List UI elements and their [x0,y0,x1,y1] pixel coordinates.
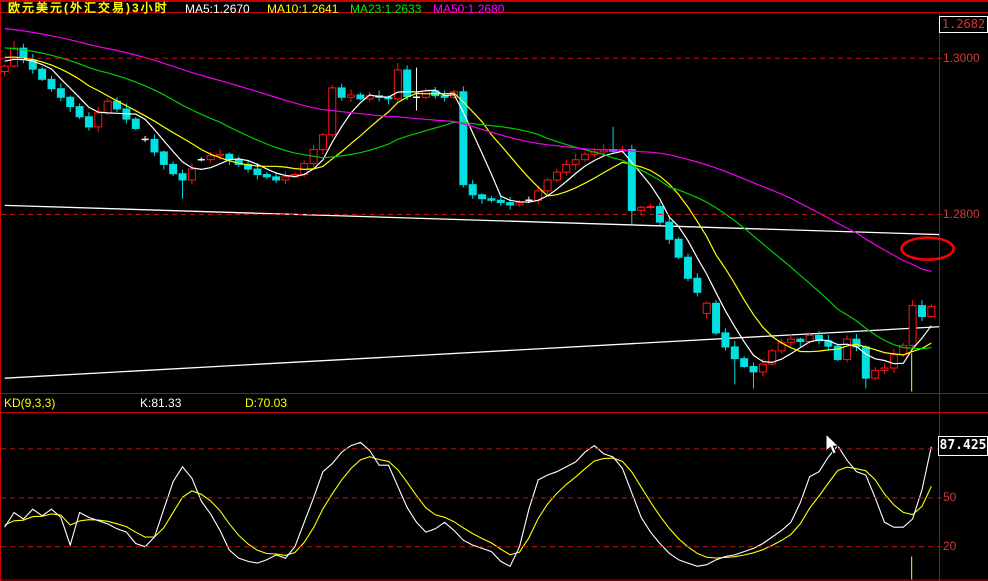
ma10-line [4,56,932,356]
down-candle [66,96,75,108]
price-grid-label: 1.3000 [943,51,980,65]
down-candle [150,138,159,153]
down-candle [459,91,468,186]
down-candle [337,87,346,98]
down-candle [749,365,758,373]
down-candle [468,184,477,196]
kd-indicator-label: KD(9,3,3) [4,396,56,410]
up-candle [206,155,215,161]
chart-canvas[interactable] [0,0,988,581]
up-candle [552,171,561,181]
up-candle [880,367,889,371]
down-candle [56,88,65,98]
ma50-line [4,27,932,272]
up-candle [393,69,402,100]
up-candle [889,354,898,369]
ma5-value-label: MA5:1.2670 [185,2,250,16]
ma50-value-label: MA50:1.2680 [433,2,505,16]
last-price-box: 1.2682 [939,16,988,33]
kd-k-line [4,441,932,568]
up-candle [1,65,9,73]
up-candle [702,302,711,314]
up-candle [515,202,524,206]
down-candle [169,163,178,175]
kd-d-value-label: D:70.03 [245,396,288,410]
up-candle [281,176,290,181]
ma23-line [4,47,932,350]
ma5-line [4,58,932,365]
up-candle [908,305,917,346]
down-candle [487,198,496,201]
up-candle [571,159,580,165]
down-candle [740,358,749,367]
up-candle [581,153,590,161]
down-candle [47,78,56,90]
down-candle [272,176,281,181]
up-candle [871,369,880,379]
kd-grid-label: 20 [943,539,957,553]
down-candle [403,69,412,97]
ma10-value-label: MA10:1.2641 [267,2,339,16]
kd-cursor-value-box: 87.425 [938,436,988,456]
up-candle [318,134,327,151]
price-grid-label: 1.2800 [943,207,980,221]
up-candle [805,334,814,343]
mouse-cursor-icon [825,432,840,455]
kd-k-value-label: K:81.33 [140,396,182,410]
ma23-value-label: MA23:1.2633 [350,2,422,16]
down-candle [683,256,692,279]
down-candle [712,302,721,334]
down-candle [131,118,140,129]
up-candle [637,206,646,211]
down-candle [496,199,505,204]
up-candle [843,338,852,360]
down-candle [262,174,271,178]
chart-application-window: 欧元美元(外汇交易)3小时 MA5:1.2670 MA10:1.2641 MA2… [0,0,988,581]
up-candle [543,179,552,192]
down-candle [84,116,93,128]
down-candle [721,332,730,348]
up-candle [187,168,196,181]
main-price-panel [1,27,939,389]
down-candle [253,168,262,176]
down-candle [356,94,365,100]
down-candle [478,194,487,200]
up-candle [927,305,936,318]
down-candle [75,106,84,118]
down-candle [730,346,739,360]
up-candle [94,112,103,128]
down-candle [674,238,683,258]
down-candle [38,68,47,80]
kd-grid-label: 50 [943,490,957,504]
up-candle [758,363,767,373]
up-candle [215,153,224,157]
kd-panel [4,441,932,568]
down-candle [665,221,674,240]
up-candle [786,338,795,343]
down-candle [506,202,515,206]
instrument-title: 欧元美元(外汇交易)3小时 [8,1,169,15]
down-candle [796,338,805,343]
down-candle [693,277,702,293]
up-candle [562,163,571,173]
highlight-ellipse-annotation [900,236,955,261]
trendline [4,204,939,236]
down-candle [917,305,926,318]
trendline [4,326,939,379]
up-candle [646,206,655,209]
up-candle [347,94,356,98]
down-candle [159,151,168,165]
down-candle [178,173,187,181]
up-candle [103,100,112,114]
